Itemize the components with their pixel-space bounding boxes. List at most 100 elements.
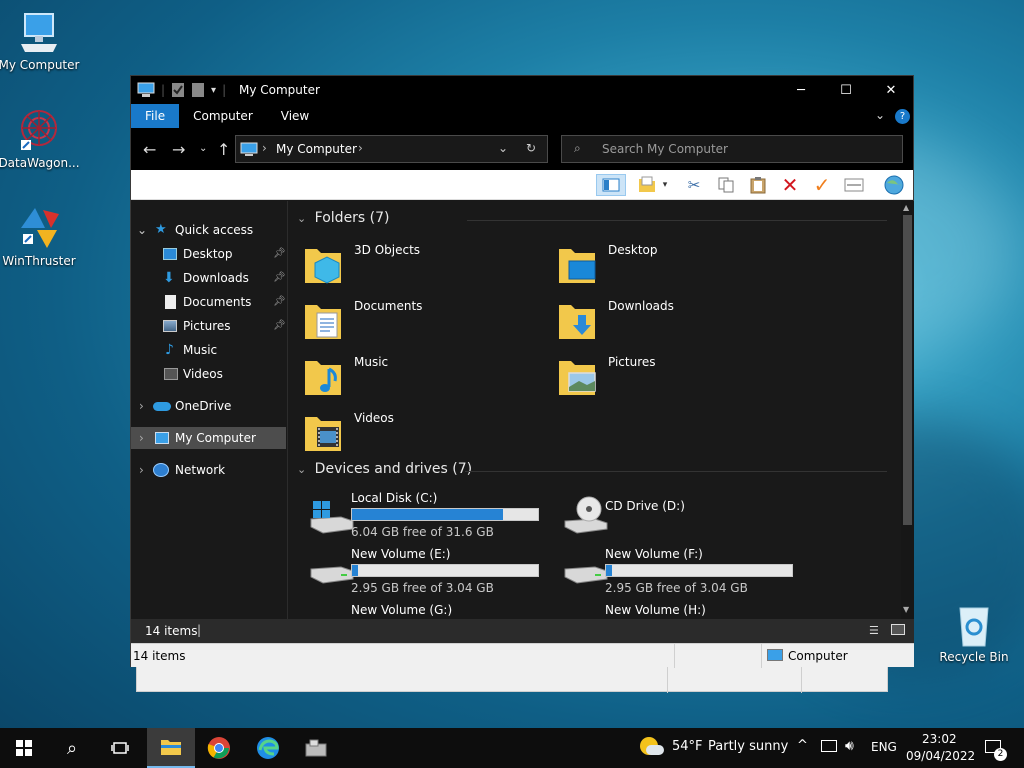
recent-locations-icon[interactable]: ⌄	[199, 143, 207, 154]
folders-group-header[interactable]: ⌄ Folders (7)	[297, 210, 887, 226]
paste-icon[interactable]	[747, 174, 769, 196]
pin-icon[interactable]: 📌︎	[273, 315, 286, 337]
help-icon[interactable]: ?	[895, 109, 910, 124]
properties-card-icon[interactable]	[843, 174, 865, 196]
breadcrumb-my-computer[interactable]: My Computer	[276, 142, 357, 156]
folder-pictures[interactable]: Pictures	[543, 351, 793, 401]
drive-cd-d[interactable]: CD Drive (D:)	[543, 491, 793, 543]
clock-time[interactable]: 23:02	[922, 732, 957, 746]
weather-widget[interactable]: 54°F Partly sunny	[640, 736, 790, 760]
maximize-button[interactable]: ☐	[823, 76, 869, 104]
chevron-down-icon[interactable]: ⌄	[137, 219, 147, 241]
drive-new-volume-g[interactable]: New Volume (G:)	[289, 603, 539, 619]
copy-icon[interactable]	[715, 174, 737, 196]
nav-onedrive[interactable]: › OneDrive	[131, 395, 288, 417]
minimize-button[interactable]: ─	[778, 76, 824, 104]
nav-label: Music	[183, 343, 218, 357]
chevron-down-icon[interactable]: ⌄	[297, 212, 306, 225]
refresh-icon[interactable]: ↻	[526, 141, 536, 155]
breadcrumb-separator[interactable]: ›	[358, 141, 363, 155]
folder-videos[interactable]: Videos	[289, 407, 539, 457]
nav-item-pictures[interactable]: Pictures 📌︎	[131, 315, 288, 337]
location-label: Computer	[788, 649, 848, 663]
folder-music[interactable]: Music	[289, 351, 539, 401]
start-button[interactable]	[0, 728, 48, 768]
nav-item-downloads[interactable]: ⬇ Downloads 📌︎	[131, 267, 288, 289]
folder-options-icon[interactable]	[636, 174, 658, 196]
large-icons-view-icon[interactable]	[891, 624, 905, 635]
tab-computer[interactable]: Computer	[179, 104, 267, 128]
nav-quick-access[interactable]: ⌄ ★ Quick access	[131, 219, 288, 241]
customize-quick-access-icon[interactable]: ▾	[211, 85, 216, 96]
star-icon: ★	[155, 222, 167, 237]
scroll-thumb[interactable]	[903, 215, 912, 525]
drive-new-volume-f[interactable]: New Volume (F:) 2.95 GB free of 3.04 GB	[543, 547, 793, 599]
taskbar-app[interactable]	[292, 728, 340, 768]
drive-new-volume-e[interactable]: New Volume (E:) 2.95 GB free of 3.04 GB	[289, 547, 539, 599]
cut-icon[interactable]: ✂	[683, 174, 705, 196]
pin-icon[interactable]: 📌︎	[273, 267, 286, 289]
drive-local-disk-c[interactable]: Local Disk (C:) 6.04 GB free of 31.6 GB	[289, 491, 539, 543]
nav-label: Desktop	[183, 247, 233, 261]
nav-item-music[interactable]: ♪ Music	[131, 339, 288, 361]
properties-icon[interactable]	[171, 82, 185, 98]
language-indicator[interactable]: ENG	[871, 740, 897, 754]
chevron-down-icon[interactable]: ⌄	[297, 463, 306, 476]
file-explorer-window[interactable]: | ▾ | My Computer ─ ☐ ✕ File Computer Vi…	[130, 75, 914, 668]
taskbar-edge[interactable]	[244, 728, 292, 768]
drive-label: New Volume (H:)	[605, 603, 706, 617]
delete-icon[interactable]: ✕	[779, 173, 801, 197]
tab-view[interactable]: View	[267, 104, 323, 128]
tab-file[interactable]: File	[131, 104, 180, 128]
nav-network[interactable]: › Network	[131, 459, 288, 481]
folder-documents[interactable]: Documents	[289, 295, 539, 345]
back-arrow-icon[interactable]: ←	[143, 140, 156, 159]
desktop-icon-datawagon[interactable]: DataWagon...	[0, 106, 81, 170]
globe-icon[interactable]	[883, 174, 905, 196]
search-box[interactable]: ⌕ Search My Computer	[561, 135, 903, 163]
desktop-icon-my-computer[interactable]: My Computer	[0, 8, 81, 72]
check-icon[interactable]: ✓	[811, 173, 833, 197]
details-view-icon[interactable]: ☰	[869, 624, 879, 637]
clock-date[interactable]: 09/04/2022	[906, 749, 975, 763]
folder-3d-objects[interactable]: 3D Objects	[289, 239, 539, 289]
search-button[interactable]: ⌕	[48, 728, 96, 768]
folder-desktop[interactable]: Desktop	[543, 239, 793, 289]
nav-item-desktop[interactable]: Desktop 📌︎	[131, 243, 288, 265]
show-hidden-icons-icon[interactable]: ^	[797, 738, 808, 753]
expand-ribbon-icon[interactable]: ⌄	[875, 108, 885, 122]
search-input[interactable]: Search My Computer	[602, 142, 728, 156]
pin-icon[interactable]: 📌︎	[273, 291, 286, 313]
task-view-button[interactable]	[96, 728, 144, 768]
folder-downloads[interactable]: Downloads	[543, 295, 793, 345]
nav-item-videos[interactable]: Videos	[131, 363, 288, 385]
new-folder-icon[interactable]	[191, 82, 205, 98]
devices-group-header[interactable]: ⌄ Devices and drives (7)	[297, 461, 887, 477]
vertical-scrollbar[interactable]: ▲ ▼	[901, 201, 914, 619]
scroll-down-icon[interactable]: ▼	[903, 605, 909, 614]
taskbar-chrome[interactable]	[195, 728, 243, 768]
taskbar-file-explorer[interactable]	[147, 728, 195, 768]
drive-new-volume-h[interactable]: New Volume (H:)	[543, 603, 793, 619]
nav-item-documents[interactable]: Documents 📌︎	[131, 291, 288, 313]
chevron-right-icon[interactable]: ›	[139, 427, 144, 449]
chevron-right-icon[interactable]: ›	[139, 459, 144, 481]
title-bar[interactable]: | ▾ | My Computer ─ ☐ ✕	[131, 76, 913, 104]
forward-arrow-icon[interactable]: →	[172, 140, 185, 159]
desktop-icon-recycle-bin[interactable]: Recycle Bin	[932, 600, 1016, 664]
address-dropdown-icon[interactable]: ⌄	[498, 141, 508, 155]
preview-pane-icon[interactable]	[596, 174, 626, 196]
volume-icon[interactable]: 🔊︎	[845, 738, 854, 754]
address-bar[interactable]: › My Computer › ⌄ ↻	[235, 135, 548, 163]
scroll-up-icon[interactable]: ▲	[903, 203, 909, 212]
network-icon[interactable]	[821, 740, 837, 752]
up-arrow-icon[interactable]: ↑	[217, 140, 230, 159]
nav-my-computer[interactable]: › My Computer	[131, 427, 286, 449]
close-button[interactable]: ✕	[868, 76, 914, 104]
folder-options-dropdown-icon[interactable]: ▾	[659, 174, 671, 196]
download-arrow-icon: ⬇	[163, 270, 175, 286]
drive-space: 2.95 GB free of 3.04 GB	[605, 581, 748, 595]
desktop-icon-winthruster[interactable]: WinThruster	[0, 204, 81, 268]
pin-icon[interactable]: 📌︎	[273, 243, 286, 265]
chevron-right-icon[interactable]: ›	[139, 395, 144, 417]
